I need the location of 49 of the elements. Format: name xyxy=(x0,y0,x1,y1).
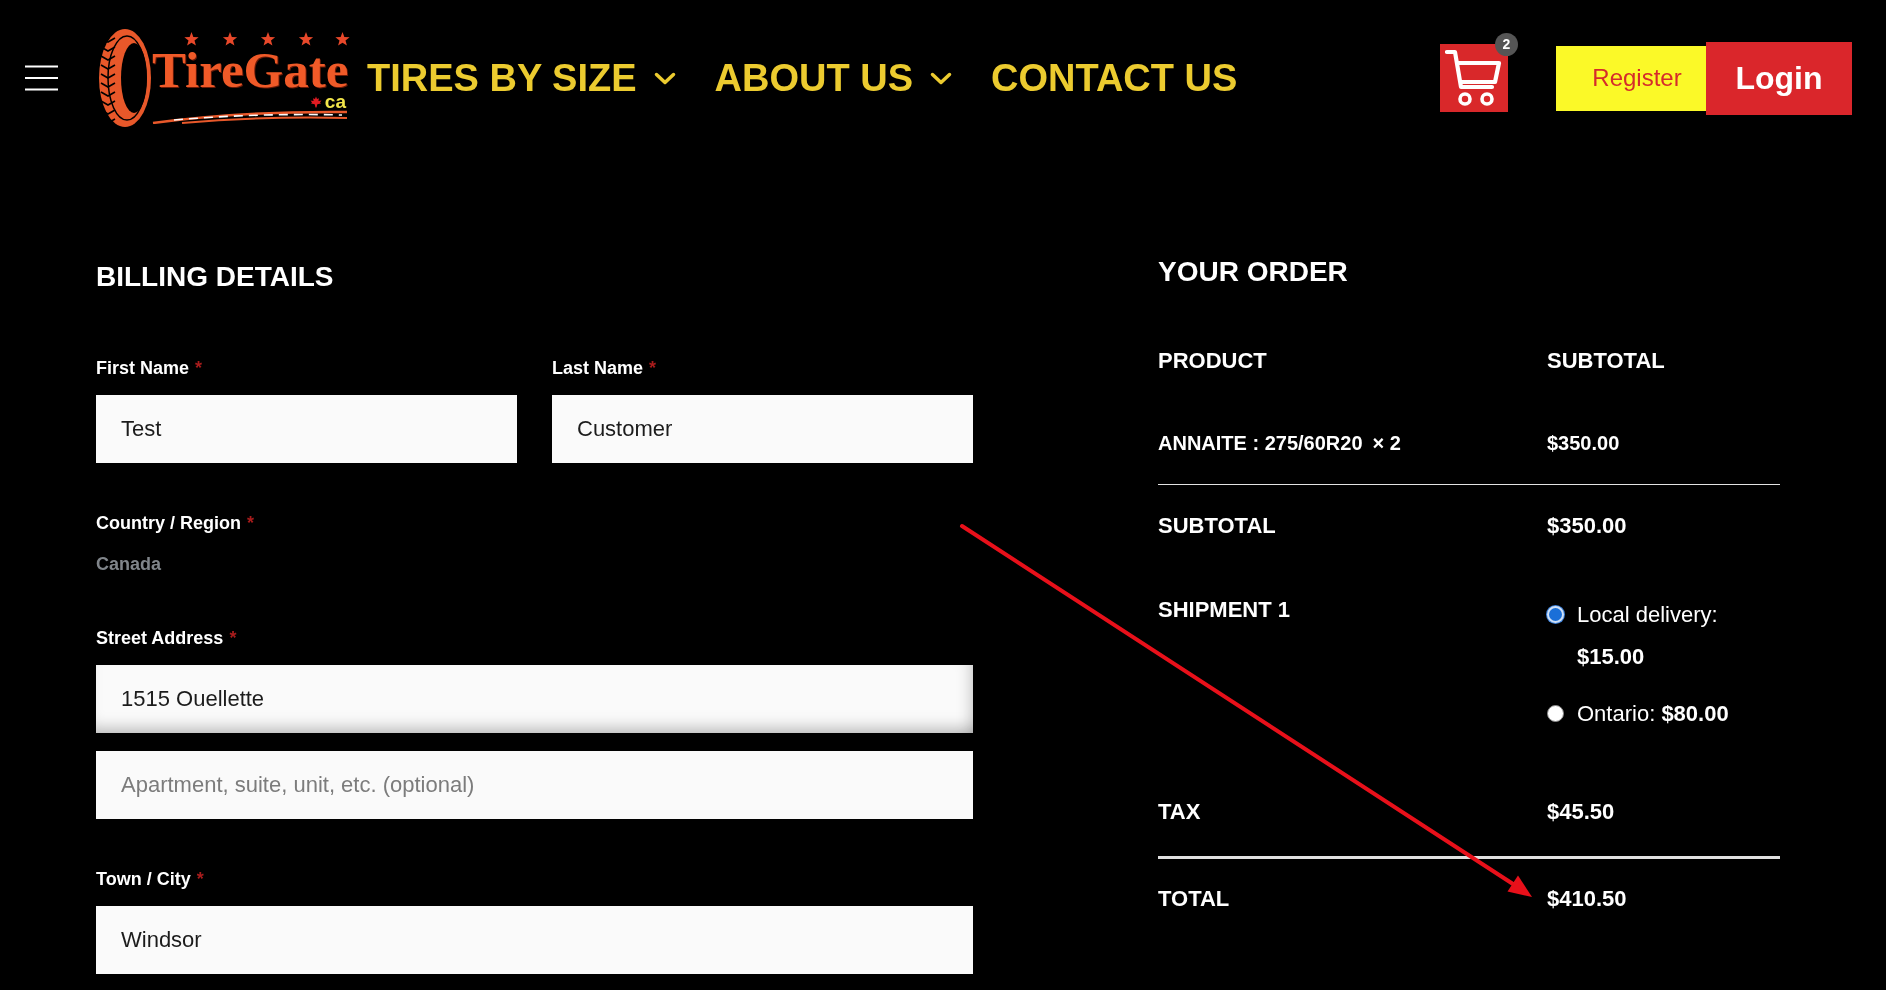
chevron-down-icon[interactable] xyxy=(653,71,676,85)
summary-value: $410.50 xyxy=(1547,886,1627,912)
field-label: Country / Region xyxy=(96,512,241,534)
summary-label: SUBTOTAL xyxy=(1158,513,1276,539)
summary-value: $45.50 xyxy=(1547,799,1615,825)
login-button[interactable]: Login xyxy=(1706,41,1852,115)
field-label: Street Address xyxy=(96,627,224,649)
product-subtotal: $350.00 xyxy=(1547,431,1620,455)
summary-label: TOTAL xyxy=(1158,886,1230,912)
summary-label: TAX xyxy=(1158,799,1201,825)
road-icon xyxy=(152,110,348,124)
text-input[interactable]: Apartment, suite, unit, etc. (optional) xyxy=(96,751,973,819)
chevron-down-icon[interactable] xyxy=(930,71,953,85)
register-button[interactable]: Register xyxy=(1556,45,1706,111)
required-asterisk: * xyxy=(196,868,204,890)
logo-wordmark[interactable]: TireGate xyxy=(152,47,349,93)
nav-link[interactable]: ABOUT US xyxy=(714,56,914,100)
maple-leaf-icon xyxy=(309,95,322,108)
text-input[interactable]: Windsor xyxy=(96,906,973,974)
section-title: BILLING DETAILS xyxy=(96,260,334,294)
field-label: First Name xyxy=(96,357,190,379)
field-label: Town / City xyxy=(96,868,191,890)
radio-button[interactable] xyxy=(1547,705,1564,722)
logo-domain: ca xyxy=(324,93,346,110)
column-header: PRODUCT xyxy=(1158,348,1267,374)
field-value: Canada xyxy=(96,553,162,575)
nav-link[interactable]: TIRES BY SIZE xyxy=(367,56,637,100)
text-input[interactable]: Test xyxy=(96,395,517,463)
shipping-option-label[interactable]: Local delivery: $15.00 xyxy=(1577,594,1780,678)
text-input[interactable]: 1515 Ouellette xyxy=(96,665,973,733)
product-quantity: × 2 xyxy=(1372,431,1401,455)
stars-icon xyxy=(184,32,350,47)
required-asterisk: * xyxy=(229,627,237,649)
section-title: YOUR ORDER xyxy=(1158,255,1348,289)
tire-icon xyxy=(98,28,152,128)
nav-link[interactable]: CONTACT US xyxy=(991,56,1238,100)
cart-icon xyxy=(1445,49,1503,107)
cart-count-badge: 2 xyxy=(1495,33,1518,56)
text-input[interactable]: Customer xyxy=(552,395,973,463)
summary-label: SHIPMENT 1 xyxy=(1158,596,1291,624)
required-asterisk: * xyxy=(195,357,203,379)
shipping-option-label[interactable]: Ontario: $80.00 xyxy=(1577,693,1780,735)
field-label: Last Name xyxy=(552,357,644,379)
required-asterisk: * xyxy=(247,512,254,534)
menu-icon[interactable] xyxy=(25,65,58,91)
required-asterisk: * xyxy=(649,357,657,379)
product-name: ANNAITE : 275/60R20 xyxy=(1158,431,1363,455)
column-header: SUBTOTAL xyxy=(1547,348,1665,374)
summary-value: $350.00 xyxy=(1547,513,1627,539)
